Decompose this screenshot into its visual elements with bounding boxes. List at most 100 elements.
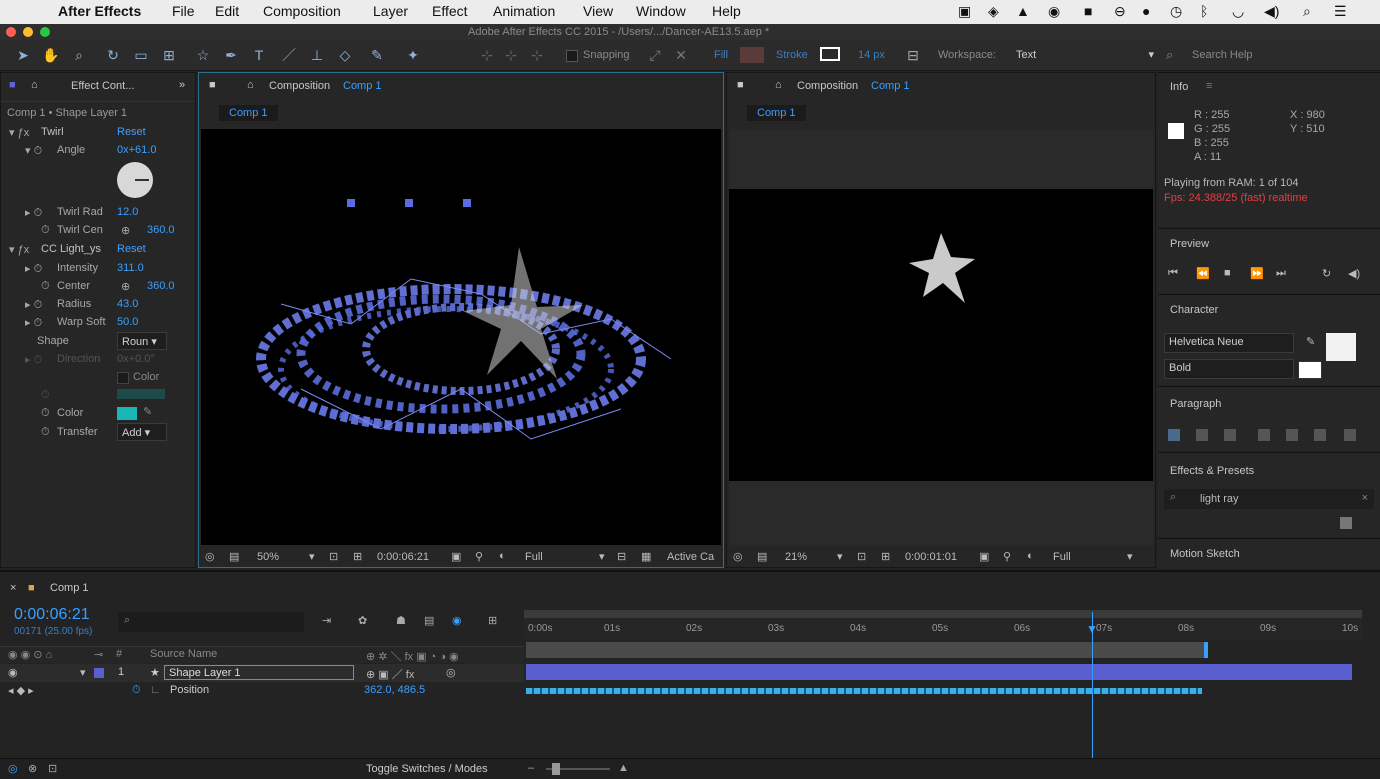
show-snapshot-icon[interactable]: ⚲ [1003,550,1011,563]
toggle-switches-modes-button[interactable]: Toggle Switches / Modes [366,763,488,775]
axis-local-icon[interactable]: ⊹ [478,46,496,64]
stroke-width[interactable]: 14 px [858,49,885,61]
color-channel-icon[interactable]: ◐ [499,550,506,562]
zoom-in-mountains-icon[interactable]: ▲ [618,762,629,774]
snap-features-icon[interactable]: ✕ [672,46,690,64]
timecode-left[interactable]: 0:00:06:21 [377,551,429,563]
position-keyframes-track[interactable] [526,688,1202,694]
twirl-radius-stopwatch-icon[interactable]: ▸ ⏱ [25,206,42,220]
audio-icon[interactable]: ◀) [1348,267,1360,280]
parent-pickwhip-icon[interactable]: ◎ [446,666,456,679]
show-snapshot-icon[interactable]: ⚲ [475,550,483,563]
motion-blur-icon[interactable]: ◉ [452,614,462,627]
justify-left-icon[interactable] [1258,429,1270,441]
shy-icon[interactable]: ☗ [396,614,406,627]
fast-preview-icon[interactable]: ⊟ [617,550,626,563]
active-camera-dropdown[interactable]: Active Ca [667,551,714,563]
transfer-controls-toggle-icon[interactable]: ⊗ [28,762,37,775]
center-stopwatch-icon[interactable]: ⏱ [41,280,50,293]
zoom-window-button[interactable] [40,27,50,37]
minimize-window-button[interactable] [23,27,33,37]
transparency-grid-icon[interactable]: ⊞ [881,550,890,563]
shape-dropdown[interactable]: Roun ▾ [117,332,167,350]
new-preset-icon[interactable] [1340,517,1352,529]
selection-tool-icon[interactable]: ➤ [14,46,32,64]
zoom-dropdown-right[interactable]: 21% [785,551,807,563]
camera-icon[interactable]: ▣ [958,3,971,20]
cc-light-expand-icon[interactable]: ▾ ƒx [9,243,29,256]
crosshair-icon[interactable]: ⊕ [121,280,130,293]
visibility-eye-icon[interactable]: ◉ [8,666,18,679]
effect-controls-tab[interactable]: Effect Cont... [71,80,134,92]
close-tab-icon[interactable]: × [10,582,16,594]
box-icon[interactable]: ■ [1084,3,1092,19]
twirl-reset[interactable]: Reset [117,126,146,138]
stroke-label[interactable]: Stroke [776,49,808,61]
twirl-expand-icon[interactable]: ▾ ƒx [9,126,29,139]
loop-icon[interactable]: ↻ [1322,267,1331,280]
last-frame-icon[interactable]: ⏭ [1276,267,1286,280]
camera-tool-icon[interactable]: ▭ [132,46,150,64]
wifi-icon[interactable]: ◡ [1232,3,1244,20]
stop-icon[interactable]: ■ [1224,267,1231,279]
angle-dial[interactable] [117,162,153,198]
timemachine-icon[interactable]: ◷ [1170,3,1182,20]
align-right-icon[interactable] [1224,429,1236,441]
lock-icon[interactable]: ⌂ [31,79,38,91]
first-frame-icon[interactable]: ⏮ [1168,267,1178,280]
app-name[interactable]: After Effects [58,3,141,19]
adobe-icon[interactable]: ▲ [1016,3,1030,19]
color-swatch[interactable] [117,407,137,420]
puppet-pin-tool-icon[interactable]: ✦ [404,46,422,64]
snap-edges-icon[interactable]: ⤢ [646,46,664,64]
mask-icon[interactable]: ▤ [757,550,767,563]
workspace-dropdown[interactable]: Text ▾ [1012,45,1158,65]
center-value[interactable]: 360.0 [147,280,175,292]
justify-all-icon[interactable] [1344,429,1356,441]
pan-behind-tool-icon[interactable]: ⊞ [160,46,178,64]
layer-name-field[interactable]: Shape Layer 1 [164,665,354,680]
in-out-toggle-icon[interactable]: ⊡ [48,762,57,775]
layer-label-color[interactable] [94,668,104,678]
region-of-interest-icon[interactable]: ⊡ [857,550,866,563]
dot-icon[interactable]: ● [1142,3,1150,19]
twirl-center-value[interactable]: 360.0 [147,224,175,236]
chevron-down-icon[interactable]: ▾ [1127,550,1133,563]
resolution-dropdown-right[interactable]: Full [1053,551,1071,563]
comp-mini-flowchart-icon[interactable]: ⇥ [322,614,331,627]
panel-menu-icon[interactable]: ■ [9,79,16,91]
menu-effect[interactable]: Effect [432,3,468,19]
timeline-search-field[interactable]: ⌕ [118,612,304,632]
snapshot-icon[interactable]: ▣ [979,550,989,563]
next-frame-icon[interactable]: ⏩ [1250,267,1264,280]
menu-layer[interactable]: Layer [373,3,408,19]
shape-star-tool-icon[interactable]: ☆ [194,46,212,64]
radius-value[interactable]: 43.0 [117,298,138,310]
stroke-swatch[interactable] [820,47,840,61]
black-white-swatch[interactable] [1298,361,1322,379]
color-stopwatch-icon[interactable]: ⏱ [41,407,50,420]
comp-viewer-canvas-right[interactable] [729,189,1153,481]
composition-tab-name[interactable]: Comp 1 [871,80,910,92]
previous-frame-icon[interactable]: ⏪ [1196,267,1210,280]
menu-window[interactable]: Window [636,3,686,19]
close-window-button[interactable] [6,27,16,37]
eyedropper-icon[interactable]: ✎ [143,405,152,418]
layer-switches-icons[interactable]: ⊕ ▣ ／ fx [366,666,414,682]
frame-blending-icon[interactable]: ▤ [424,614,434,627]
warp-value[interactable]: 50.0 [117,316,138,328]
type-tool-icon[interactable]: T [250,46,268,64]
comp-subtab[interactable]: Comp 1 [219,105,278,121]
region-of-interest-icon[interactable]: ⊡ [329,550,338,563]
pen-tool-icon[interactable]: ✒ [222,46,240,64]
angle-value[interactable]: 0x+61.0 [117,144,156,156]
fill-swatch[interactable] [740,47,764,63]
chevron-down-icon[interactable]: ▾ [599,550,605,563]
mask-icon[interactable]: ▤ [229,550,239,563]
snapshot-icon[interactable]: ▣ [451,550,461,563]
position-stopwatch-icon[interactable]: ⏱ [132,684,141,697]
intensity-stopwatch-icon[interactable]: ▸ ⏱ [25,262,42,276]
composition-tab-label[interactable]: Composition [797,80,858,92]
menu-view[interactable]: View [583,3,613,19]
justify-center-icon[interactable] [1286,429,1298,441]
